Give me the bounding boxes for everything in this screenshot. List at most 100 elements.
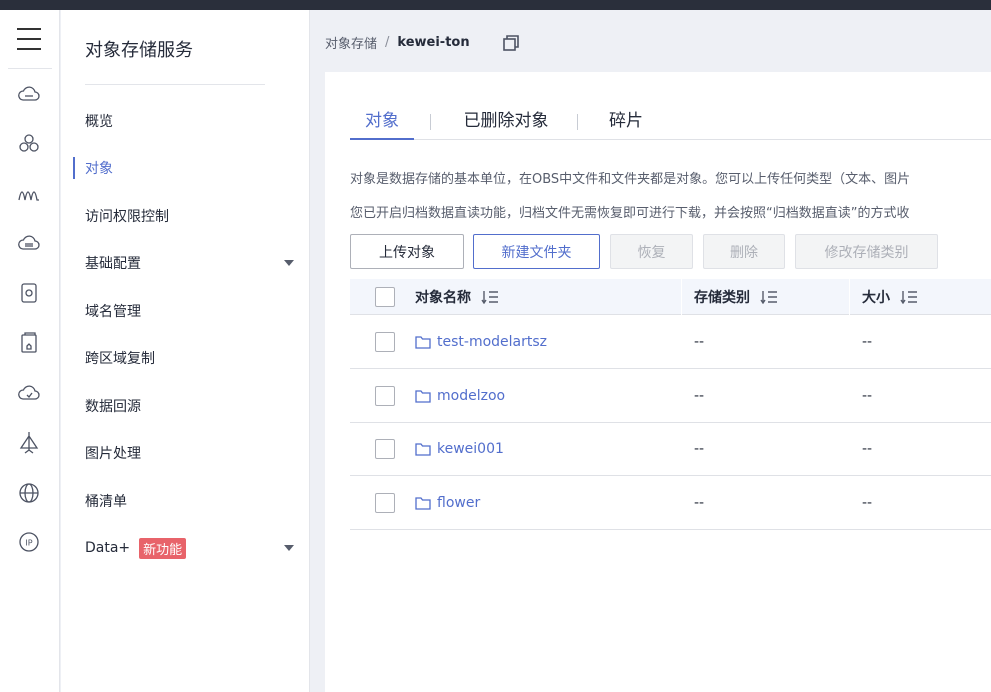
- size-cell: --: [862, 495, 873, 511]
- sidebar-divider: [85, 84, 265, 85]
- signal-icon[interactable]: [16, 180, 42, 206]
- sidebar-item-objects[interactable]: 对象: [61, 150, 310, 186]
- upload-object-button[interactable]: 上传对象: [350, 234, 464, 269]
- cluster-icon[interactable]: [16, 131, 42, 157]
- column-label: 存储类别: [694, 290, 750, 306]
- tab-objects[interactable]: 对象: [350, 106, 414, 140]
- size-cell: --: [862, 441, 873, 457]
- archive-notice: 您已开启归档数据直读功能，归档文件无需恢复即可进行下载，并会按照“归档数据直读”…: [350, 206, 910, 221]
- sidebar-item-label: 域名管理: [85, 304, 141, 320]
- icon-rail: IP: [0, 10, 60, 692]
- name-cell: test-modelartsz: [415, 315, 547, 369]
- column-divider: [849, 279, 850, 315]
- sidebar-item-basic-config[interactable]: 基础配置: [61, 245, 310, 281]
- sidebar-item-label: 概览: [85, 114, 113, 130]
- name-cell: kewei001: [415, 422, 504, 476]
- sidebar-item-label: 访问权限控制: [85, 209, 169, 225]
- name-cell: flower: [415, 476, 480, 530]
- device-home-icon[interactable]: [16, 330, 42, 356]
- sort-icon[interactable]: [900, 290, 918, 304]
- folder-icon: [415, 336, 431, 349]
- sidebar-item-label: 图片处理: [85, 446, 141, 462]
- tab-divider: [577, 114, 578, 130]
- network-icon[interactable]: [16, 429, 42, 455]
- column-label: 大小: [862, 290, 890, 306]
- bucket-name: kewei-ton: [397, 35, 470, 50]
- objects-panel: 对象 已删除对象 碎片 对象是数据存储的基本单位，在OBS中文件和文件夹都是对象…: [325, 72, 991, 692]
- row-checkbox[interactable]: [375, 386, 395, 406]
- service-title: 对象存储服务: [85, 40, 193, 61]
- new-folder-button[interactable]: 新建文件夹: [473, 234, 600, 269]
- row-checkbox[interactable]: [375, 439, 395, 459]
- breadcrumb: 对象存储 / kewei-ton: [325, 33, 470, 52]
- tab-deleted-objects[interactable]: 已删除对象: [446, 106, 566, 140]
- name-cell: modelzoo: [415, 369, 505, 423]
- sidebar-item-label: 跨区域复制: [85, 351, 155, 367]
- folder-link[interactable]: kewei001: [415, 441, 504, 457]
- tab-divider: [430, 114, 431, 130]
- device-icon[interactable]: [16, 280, 42, 306]
- row-checkbox[interactable]: [375, 493, 395, 513]
- sidebar-item-access-control[interactable]: 访问权限控制: [61, 198, 310, 234]
- column-header-name: 对象名称: [415, 279, 499, 315]
- select-all-checkbox[interactable]: [375, 287, 395, 307]
- change-storage-class-button[interactable]: 修改存储类别: [795, 234, 938, 269]
- svg-text:IP: IP: [25, 539, 32, 548]
- copy-icon[interactable]: [501, 33, 521, 53]
- breadcrumb-root[interactable]: 对象存储: [325, 33, 377, 52]
- table-row: flower -- --: [350, 476, 991, 530]
- storage-class-cell: --: [694, 495, 705, 511]
- storage-class-cell: --: [694, 441, 705, 457]
- folder-link[interactable]: test-modelartsz: [415, 334, 547, 350]
- column-header-storage-class: 存储类别: [694, 279, 778, 315]
- table-row: modelzoo -- --: [350, 369, 991, 423]
- sidebar-item-back-to-source[interactable]: 数据回源: [61, 388, 310, 424]
- folder-icon: [415, 497, 431, 510]
- caret-down-icon: [284, 260, 294, 266]
- sidebar-item-image-processing[interactable]: 图片处理: [61, 435, 310, 471]
- table-row: kewei001 -- --: [350, 422, 991, 476]
- table-header: 对象名称 存储类别 大小: [350, 279, 991, 315]
- folder-name: kewei001: [437, 441, 504, 457]
- storage-disk-icon[interactable]: [16, 230, 42, 256]
- menu-icon[interactable]: [17, 28, 41, 50]
- folder-link[interactable]: modelzoo: [415, 388, 505, 404]
- sidebar-item-label: Data+: [85, 540, 131, 556]
- sidebar-item-label: 数据回源: [85, 399, 141, 415]
- cloud-storage-icon[interactable]: [16, 82, 42, 108]
- column-divider: [681, 279, 682, 315]
- service-sidebar: 对象存储服务 概览 对象 访问权限控制 基础配置 域名管理 跨区域复制 数据回源…: [61, 10, 310, 692]
- cloud-check-icon[interactable]: [16, 380, 42, 406]
- breadcrumb-separator: /: [385, 35, 390, 50]
- sidebar-item-replication[interactable]: 跨区域复制: [61, 340, 310, 376]
- tab-bar: 对象 已删除对象 碎片: [350, 106, 991, 140]
- sort-icon[interactable]: [481, 290, 499, 304]
- size-cell: --: [862, 388, 873, 404]
- sidebar-item-label: 对象: [85, 161, 113, 177]
- sidebar-item-domain[interactable]: 域名管理: [61, 293, 310, 329]
- sort-icon[interactable]: [760, 290, 778, 304]
- row-checkbox[interactable]: [375, 332, 395, 352]
- delete-button[interactable]: 删除: [703, 234, 785, 269]
- globe-icon[interactable]: [16, 480, 42, 506]
- folder-name: test-modelartsz: [437, 334, 547, 350]
- folder-link[interactable]: flower: [415, 495, 480, 511]
- sidebar-item-overview[interactable]: 概览: [61, 103, 310, 139]
- ip-icon[interactable]: IP: [16, 529, 42, 555]
- caret-down-icon: [284, 545, 294, 551]
- sidebar-item-data-plus[interactable]: Data+ 新功能: [61, 530, 310, 566]
- tab-fragments[interactable]: 碎片: [593, 106, 659, 140]
- folder-icon: [415, 443, 431, 456]
- sidebar-item-label: 基础配置: [85, 256, 141, 272]
- folder-icon: [415, 390, 431, 403]
- rail-divider: [8, 68, 52, 69]
- top-bar: [0, 0, 991, 10]
- objects-description: 对象是数据存储的基本单位，在OBS中文件和文件夹都是对象。您可以上传任何类型（文…: [350, 172, 911, 187]
- storage-class-cell: --: [694, 388, 705, 404]
- sidebar-item-inventory[interactable]: 桶清单: [61, 483, 310, 519]
- size-cell: --: [862, 334, 873, 350]
- table-row: test-modelartsz -- --: [350, 315, 991, 369]
- storage-class-cell: --: [694, 334, 705, 350]
- restore-button[interactable]: 恢复: [610, 234, 693, 269]
- column-header-size: 大小: [862, 279, 918, 315]
